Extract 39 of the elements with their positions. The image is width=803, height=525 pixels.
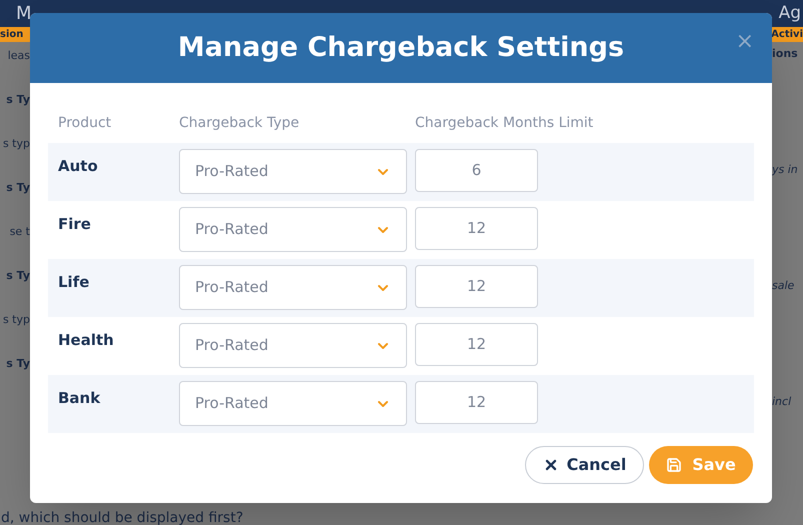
page-text: s Ty <box>6 356 30 372</box>
product-name: Bank <box>57 388 102 409</box>
save-button[interactable]: Save <box>649 446 753 484</box>
nav-item[interactable]: M <box>0 0 32 27</box>
page-text: se t <box>10 224 30 240</box>
months-limit-field[interactable]: 6 <box>415 149 538 192</box>
page-text: ions <box>772 46 798 62</box>
cancel-button[interactable]: Cancel <box>525 446 644 484</box>
product-name: Auto <box>57 156 99 177</box>
product-name: Fire <box>57 214 92 235</box>
page-text: ys in <box>772 162 798 178</box>
column-header: Chargeback Type <box>179 114 300 132</box>
tab-label[interactable]: Activi <box>771 27 803 42</box>
page-text: incl <box>772 394 792 410</box>
chargeback-type-select[interactable]: Pro-Rated <box>179 149 407 194</box>
page-text: leas <box>8 48 30 64</box>
page-text: d, which should be displayed first? <box>1 510 244 525</box>
chargeback-type-select[interactable]: Pro-Rated <box>179 207 407 252</box>
chargeback-type-select[interactable]: Pro-Rated <box>179 381 407 426</box>
column-header: Chargeback Months Limit <box>415 114 594 132</box>
product-name: Health <box>57 330 115 351</box>
product-name: Life <box>57 272 90 293</box>
months-limit-field[interactable]: 12 <box>415 323 538 366</box>
dialog-title: Manage Chargeback Settings <box>178 30 624 65</box>
months-limit-field[interactable]: 12 <box>415 207 538 250</box>
tab-label[interactable]: sion <box>0 27 24 42</box>
close-button[interactable]: × <box>736 31 754 53</box>
page-text: s Ty <box>6 268 30 284</box>
column-header: Product <box>57 114 112 132</box>
months-limit-field[interactable]: 12 <box>415 381 538 424</box>
page-text: s typ <box>2 136 30 152</box>
page-text: sale <box>772 278 794 294</box>
page-text: s Ty <box>6 92 30 108</box>
page-text: s typ <box>2 312 30 328</box>
months-limit-field[interactable]: 12 <box>415 265 538 308</box>
page-text: s Ty <box>6 180 30 196</box>
chargeback-type-select[interactable]: Pro-Rated <box>179 323 407 368</box>
nav-item[interactable]: Ag <box>778 0 803 26</box>
chargeback-type-select[interactable]: Pro-Rated <box>179 265 407 310</box>
